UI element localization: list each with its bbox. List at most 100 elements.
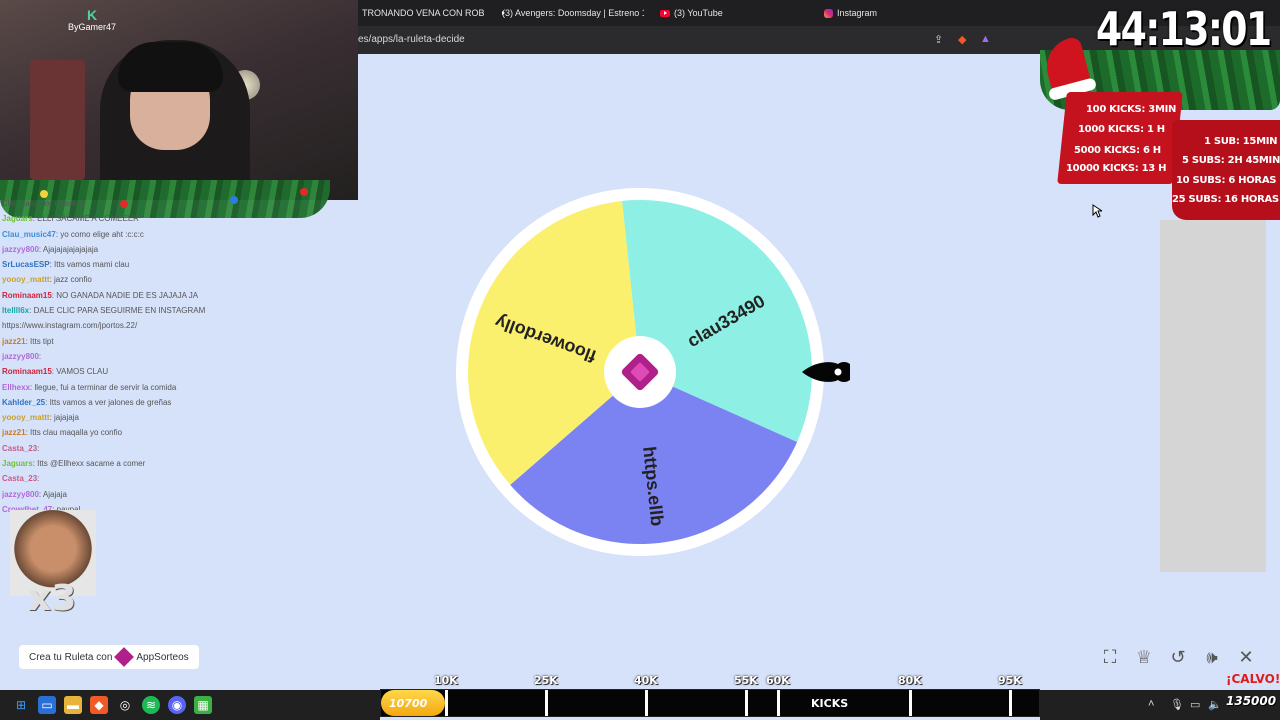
- chat-message: Clau_music47: yo como elige aht :c:c:c: [2, 227, 262, 242]
- light-bulb: [300, 188, 308, 196]
- chat-text: : Itts clau maqalla yo confio: [25, 428, 123, 438]
- goal-tick-line: [909, 690, 912, 716]
- youtube-icon: [660, 9, 670, 17]
- chat-username: yoooy_mattt: [2, 275, 50, 285]
- chat-text: : ELLI SACAME A COMEEER: [32, 214, 139, 224]
- close-icon[interactable]: ✕: [1234, 645, 1258, 669]
- tab-instagram-label: Instagram: [837, 8, 878, 18]
- chat-username: Ellhexx: [2, 382, 31, 392]
- chat-message: SrLucasESP: Itts vamos mami clau: [2, 257, 262, 272]
- chat-username: jazzyy800: [2, 351, 39, 361]
- chat-message: Casta_23:: [2, 471, 262, 486]
- chat-message: Kahlder_25: Itts vamos a ver jalones de …: [2, 395, 262, 410]
- chat-username: jazz21: [2, 428, 26, 438]
- goal-tick-line: [1009, 690, 1012, 716]
- chat-text: : Ajajajajajajajaja: [38, 244, 99, 254]
- obs-icon[interactable]: ◎: [116, 696, 134, 714]
- chat-message: jazzyy800: Ajajajajajajajaja: [2, 242, 262, 257]
- goal-tick-label: 80K: [898, 674, 922, 687]
- chat-username: Itellll6x: [2, 306, 30, 316]
- goal-current-value: 10700: [389, 697, 428, 710]
- rewards-icon[interactable]: ▲: [980, 33, 991, 45]
- chat-text: : Itts tipt: [25, 336, 54, 346]
- wheel-pointer: [802, 362, 850, 382]
- chat-text: Clau gana por nosotros: [2, 199, 86, 208]
- goal-tick-line: [545, 690, 548, 716]
- chat-message: Jaguars: ELLI SACAME A COMEEER: [2, 211, 262, 226]
- discord-icon[interactable]: ◉: [168, 696, 186, 714]
- chat-message: Clau gana por nosotros: [2, 196, 262, 211]
- brave-shield-icon[interactable]: ◆: [958, 33, 966, 46]
- tab-youtube-label: (3) YouTube: [674, 8, 723, 18]
- chat-overlay: Clau gana por nosotros Jaguars: ELLI SACA…: [2, 196, 262, 517]
- chat-message: Casta_23:: [2, 441, 262, 456]
- tab-stream-label: TRONANDO VENA CON ROBERTO: [362, 8, 484, 18]
- chat-text: : jajajaja: [49, 413, 79, 423]
- mouse-cursor-icon: [1092, 204, 1102, 218]
- chat-username: Rominaam15: [2, 367, 52, 377]
- chat-text: : VAMOS CLAU: [51, 367, 109, 377]
- trophy-icon[interactable]: ♕: [1132, 645, 1156, 669]
- chat-username: jazzyy800: [2, 489, 39, 499]
- fullscreen-icon[interactable]: ⛶: [1098, 645, 1122, 669]
- kick-goal-4: 10000 KICKS: 13 H: [1066, 163, 1167, 174]
- kick-goal-1: 100 KICKS: 3MIN: [1086, 104, 1177, 115]
- chat-message: yoooy_mattt: jazz confio: [2, 272, 262, 287]
- chat-message: jazz21: Itts tipt: [2, 334, 262, 349]
- url-field[interactable]: es/apps/la-ruleta-decide: [358, 34, 465, 45]
- goal-tick-label: 10K: [434, 674, 458, 687]
- windows-start-icon[interactable]: ⊞: [12, 696, 30, 714]
- chat-username: Clau_music47: [2, 229, 56, 239]
- brave-browser-icon[interactable]: ◆: [90, 696, 108, 714]
- chat-message: jazzyy800:: [2, 349, 262, 364]
- volume-icon[interactable]: 🕪: [1200, 645, 1224, 669]
- wheel-controls: ⛶ ♕ ↺ 🕪 ✕: [1098, 645, 1258, 671]
- streamer-hair: [118, 42, 223, 92]
- subathon-timer: 44:13:01: [1096, 2, 1272, 56]
- chat-text: :: [37, 474, 40, 484]
- speaker-icon[interactable]: 🔈: [1208, 698, 1222, 711]
- minecraft-icon[interactable]: ▦: [194, 696, 212, 714]
- display-icon[interactable]: ▭: [1190, 698, 1200, 711]
- channel-brand: ByGamer47: [68, 22, 117, 33]
- microphone-icon[interactable]: 🎙: [1170, 698, 1184, 711]
- roulette-wheel[interactable]: clau33490https.ellbfloowerdolly: [455, 187, 825, 557]
- chat-message: jazz21: Itts clau maqalla yo confio: [2, 425, 262, 440]
- chevron-up-icon[interactable]: ˄: [1148, 698, 1154, 710]
- chat-text: :: [37, 443, 40, 453]
- chat-username: yoooy_mattt: [2, 413, 50, 423]
- tab-stream[interactable]: TRONANDO VENA CON ROBERTO: [362, 5, 484, 21]
- chat-text: : Itts vamos a ver jalones de greñas: [45, 397, 172, 407]
- chat-message: Jaguars: Itts @Ellhexx sacame a comer: [2, 456, 262, 471]
- credit-prefix: Crea tu Ruleta con: [29, 651, 113, 663]
- tab-instagram[interactable]: Instagram: [824, 5, 904, 21]
- spotify-icon[interactable]: ≋: [142, 696, 160, 714]
- chat-message: Rominaam15: VAMOS CLAU: [2, 364, 262, 379]
- channel-logo: K ByGamer47: [68, 7, 117, 33]
- chat-text: : Itts vamos mami clau: [49, 260, 130, 270]
- tab-youtube[interactable]: (3) YouTube: [660, 5, 740, 21]
- goal-tick-label: 25K: [534, 674, 558, 687]
- sub-goal-4: 25 SUBS: 16 HORAS: [1172, 194, 1279, 205]
- shelf: [30, 60, 85, 180]
- chat-username: Casta_23: [2, 474, 38, 484]
- appsorteos-logo-icon: [114, 647, 135, 667]
- tab-avengers[interactable]: (3) Avengers: Doomsday | Estreno 17: [498, 5, 644, 21]
- chat-message: https://www.instagram.com/jportos.22/: [2, 318, 262, 333]
- task-view-icon[interactable]: ▭: [38, 696, 56, 714]
- kick-goal-2: 1000 KICKS: 1 H: [1078, 124, 1165, 135]
- chat-username: Jaguars: [2, 459, 33, 469]
- chat-username: SrLucasESP: [2, 260, 50, 270]
- appsorteos-credit[interactable]: Crea tu Ruleta con AppSorteos: [19, 645, 199, 669]
- chat-text: : jazz confio: [49, 275, 92, 285]
- tab-avengers-label: (3) Avengers: Doomsday | Estreno 17: [502, 8, 644, 18]
- chat-text: : DALE CLIC PARA SEGUIRME EN INSTAGRAM: [29, 306, 206, 316]
- instagram-icon: [824, 8, 833, 18]
- goal-tick-label: 55K: [734, 674, 758, 687]
- share-icon[interactable]: ⇪: [934, 33, 943, 46]
- goal-label: KICKS: [811, 697, 849, 710]
- reset-icon[interactable]: ↺: [1166, 645, 1190, 669]
- file-explorer-icon[interactable]: ▬: [64, 696, 82, 714]
- chat-username: Rominaam15: [2, 290, 52, 300]
- kicks-goal-bar: 10700 KICKS: [380, 689, 1040, 717]
